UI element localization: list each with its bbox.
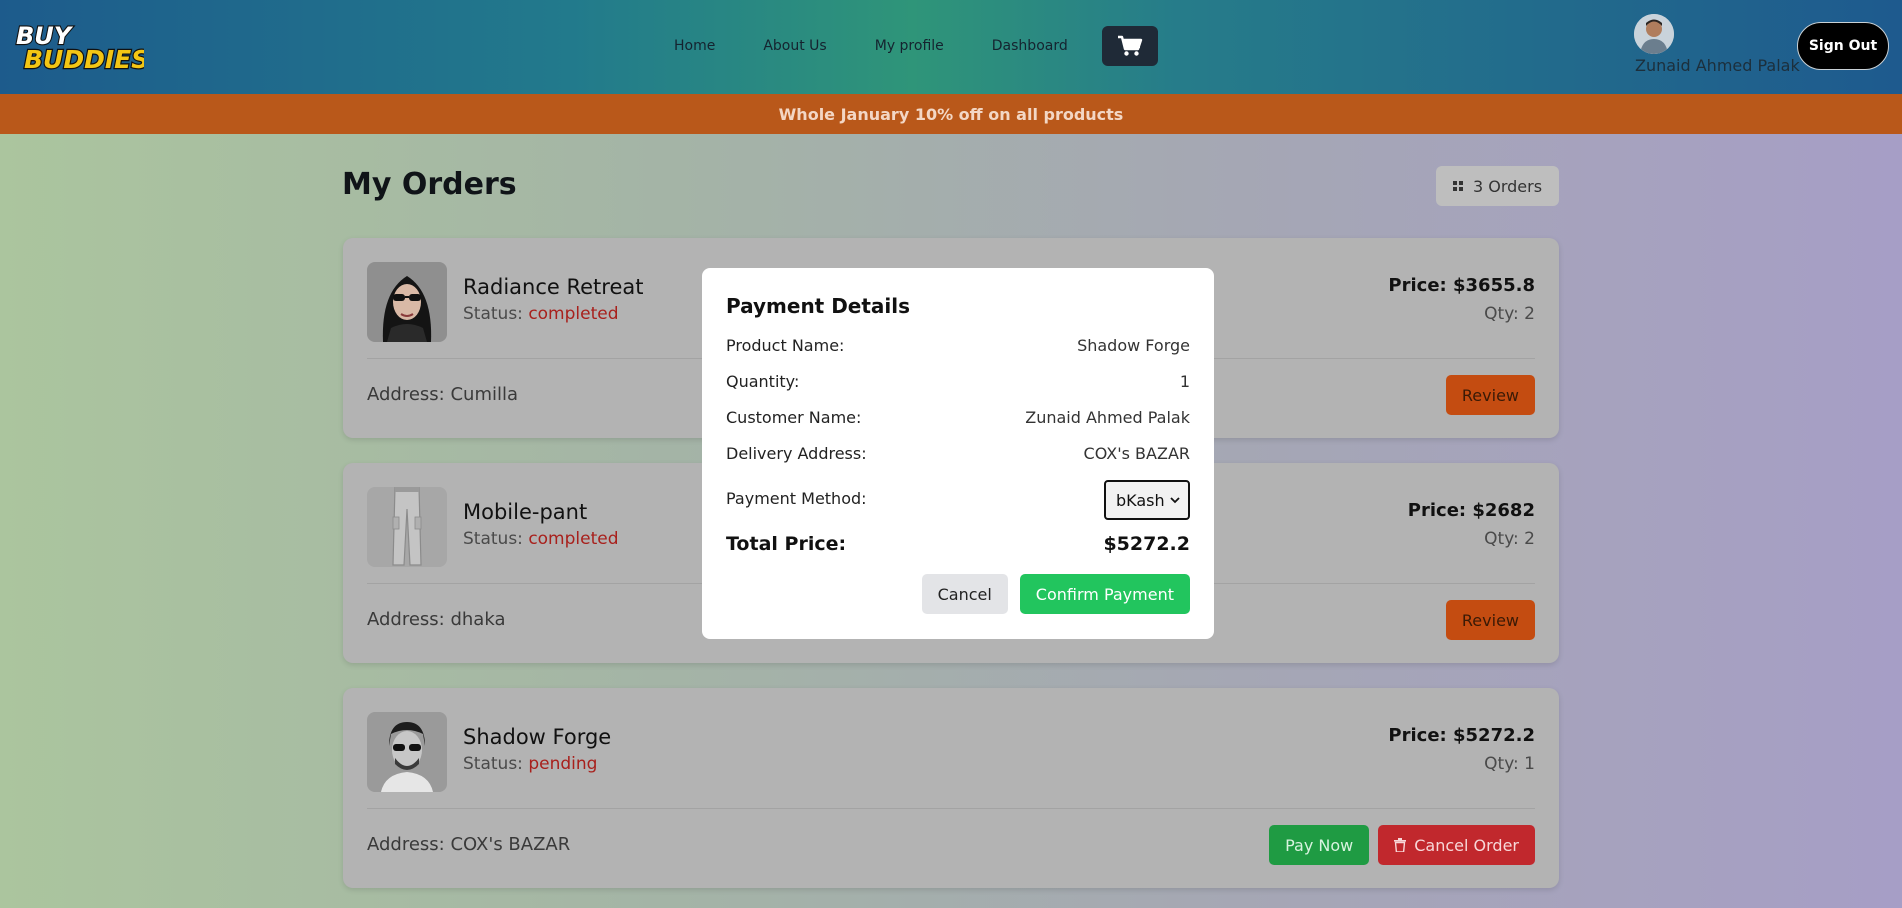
card-divider — [367, 808, 1535, 809]
product-name-value: Shadow Forge — [1077, 336, 1190, 355]
user-avatar[interactable] — [1634, 14, 1674, 54]
status-label: Status: — [463, 304, 529, 324]
order-price: Price: $2682 — [1407, 500, 1535, 521]
delivery-address-label: Delivery Address: — [726, 444, 867, 463]
detail-row-quantity: Quantity: 1 — [726, 372, 1190, 394]
payment-method-value: bKash — [1116, 490, 1165, 510]
top-navbar: BUY BUDDIES Home About Us My profile Das… — [0, 0, 1902, 94]
order-address: Address: COX's BAZAR — [367, 834, 571, 855]
product-image[interactable] — [367, 712, 447, 792]
payment-method-select[interactable]: bKash — [1104, 480, 1190, 520]
quantity-value: 1 — [1179, 372, 1190, 391]
modal-title: Payment Details — [726, 294, 911, 318]
orders-count-label: 3 Orders — [1472, 176, 1543, 196]
trash-icon — [1394, 838, 1407, 852]
order-actions: Pay Now Cancel Order — [1269, 825, 1535, 865]
order-card: Shadow Forge Status: pending Price: $527… — [343, 688, 1559, 888]
product-image[interactable] — [367, 262, 447, 342]
review-button[interactable]: Review — [1445, 375, 1535, 415]
order-price: Price: $5272.2 — [1388, 725, 1535, 746]
status-value: completed — [528, 529, 619, 549]
order-address: Address: dhaka — [367, 609, 506, 630]
logo-text-buddies: BUDDIES — [24, 45, 144, 74]
nav-about-us[interactable]: About Us — [739, 38, 850, 54]
product-name-label: Product Name: — [726, 336, 845, 355]
grid-icon — [1452, 181, 1463, 191]
customer-name-label: Customer Name: — [726, 408, 862, 427]
order-address: Address: Cumilla — [367, 384, 519, 405]
product-name: Shadow Forge — [463, 725, 612, 749]
brand-logo[interactable]: BUY BUDDIES — [14, 18, 151, 75]
delivery-address-value: COX's BAZAR — [1083, 444, 1190, 463]
status-label: Status: — [463, 754, 529, 774]
order-status: Status: pending — [463, 754, 597, 774]
nav-home[interactable]: Home — [650, 38, 739, 54]
user-name: Zunaid Ahmed Palak — [1635, 56, 1800, 75]
product-name: Mobile-pant — [463, 500, 588, 524]
user-profile[interactable]: Zunaid Ahmed Palak — [1630, 12, 1800, 78]
sign-out-button[interactable]: Sign Out — [1797, 22, 1889, 70]
detail-row-product-name: Product Name: Shadow Forge — [726, 336, 1190, 358]
review-button[interactable]: Review — [1445, 600, 1535, 640]
shopping-cart-icon — [1117, 35, 1142, 56]
customer-name-value: Zunaid Ahmed Palak — [1025, 408, 1190, 427]
product-name: Radiance Retreat — [463, 275, 644, 299]
detail-row-customer-name: Customer Name: Zunaid Ahmed Palak — [726, 408, 1190, 430]
order-actions: Review — [1445, 375, 1535, 415]
status-value: pending — [528, 754, 598, 774]
modal-cancel-button[interactable]: Cancel — [921, 574, 1008, 614]
modal-actions: Cancel Confirm Payment — [921, 574, 1190, 614]
status-label: Status: — [463, 529, 529, 549]
nav-dashboard[interactable]: Dashboard — [968, 38, 1092, 54]
cancel-order-label: Cancel Order — [1414, 835, 1519, 855]
total-price-label: Total Price: — [726, 533, 847, 555]
cancel-order-button[interactable]: Cancel Order — [1378, 825, 1535, 865]
order-quantity: Qty: 1 — [1484, 754, 1535, 774]
payment-method-label: Payment Method: — [726, 489, 867, 508]
pay-now-button[interactable]: Pay Now — [1269, 825, 1370, 865]
order-actions: Review — [1445, 600, 1535, 640]
status-value: completed — [528, 304, 619, 324]
chevron-down-icon — [1170, 496, 1180, 503]
confirm-payment-button[interactable]: Confirm Payment — [1019, 574, 1190, 614]
detail-row-delivery-address: Delivery Address: COX's BAZAR — [726, 444, 1190, 466]
order-quantity: Qty: 2 — [1484, 304, 1535, 324]
nav-my-profile[interactable]: My profile — [851, 38, 968, 54]
orders-count-badge: 3 Orders — [1436, 166, 1559, 206]
order-price: Price: $3655.8 — [1388, 275, 1535, 296]
payment-modal: Payment Details Product Name: Shadow For… — [702, 268, 1214, 639]
order-status: Status: completed — [463, 304, 619, 324]
product-image[interactable] — [367, 487, 447, 567]
order-quantity: Qty: 2 — [1484, 529, 1535, 549]
main-nav: Home About Us My profile Dashboard — [650, 24, 1158, 68]
promo-banner: Whole January 10% off on all products — [0, 94, 1902, 134]
quantity-label: Quantity: — [726, 372, 800, 391]
order-status: Status: completed — [463, 529, 619, 549]
total-price-row: Total Price: $5272.2 — [726, 533, 1190, 555]
total-price-value: $5272.2 — [1103, 533, 1190, 555]
cart-button[interactable] — [1101, 26, 1158, 66]
page-title: My Orders — [342, 167, 517, 202]
